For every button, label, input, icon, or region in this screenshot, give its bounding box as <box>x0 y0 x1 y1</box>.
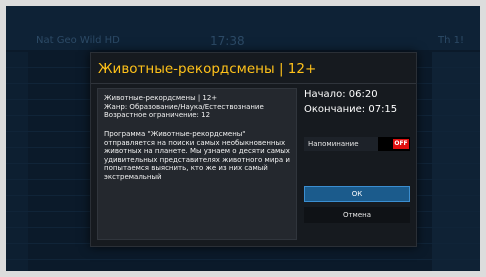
epg-clock: 17:38 <box>210 34 245 48</box>
tv-screen: Nat Geo Wild HD 17:38 Th 1! Животные-рек… <box>6 6 480 271</box>
end-time: Окончание: 07:15 <box>304 104 398 115</box>
title-divider <box>91 83 416 84</box>
reminder-toggle[interactable]: OFF <box>378 137 410 151</box>
cancel-button[interactable]: Отмена <box>304 207 410 223</box>
start-time: Начало: 06:20 <box>304 89 378 100</box>
reminder-toggle-row[interactable]: Напоминание OFF <box>304 137 410 151</box>
epg-channel-name: Nat Geo Wild HD <box>36 35 120 46</box>
program-description: Программа "Животные-рекордсмены" отправл… <box>104 130 290 181</box>
program-info-dialog: Животные-рекордсмены | 12+ Животные-реко… <box>90 52 417 247</box>
program-info-panel: Животные-рекордсмены | 12+ Жанр: Образов… <box>97 88 297 240</box>
ok-button[interactable]: ОК <box>304 186 410 202</box>
dialog-title: Животные-рекордсмены | 12+ <box>98 61 317 77</box>
toggle-off-indicator: OFF <box>393 139 409 149</box>
epg-date: Th 1! <box>438 35 464 46</box>
reminder-label: Напоминание <box>308 140 359 148</box>
program-meta: Животные-рекордсмены | 12+ Жанр: Образов… <box>104 94 264 120</box>
